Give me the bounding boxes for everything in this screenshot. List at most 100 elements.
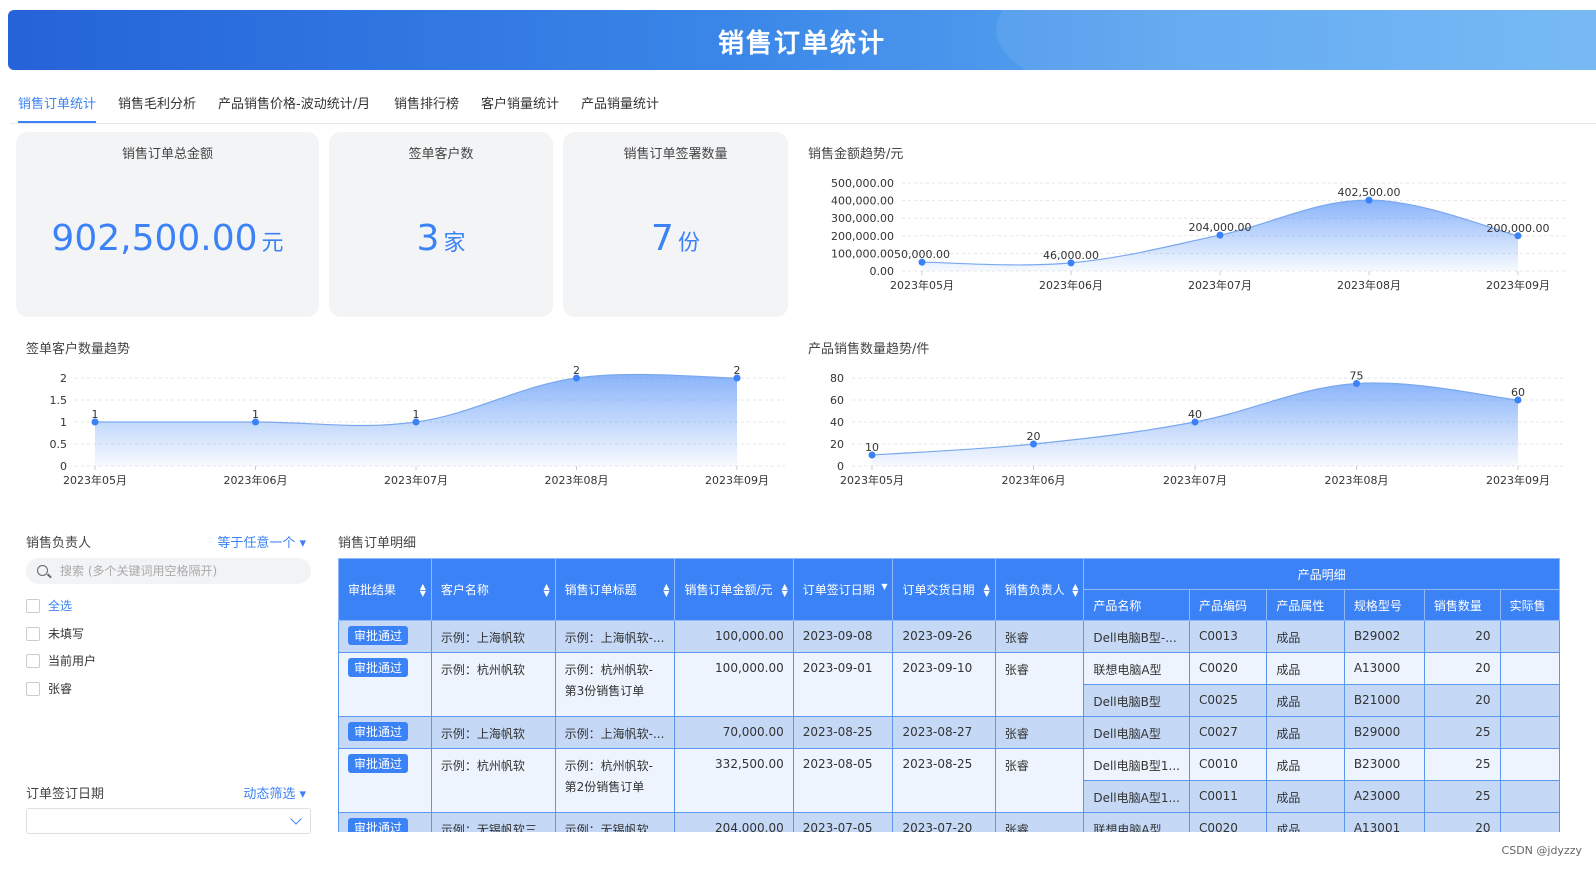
checkbox[interactable] xyxy=(26,627,40,641)
table-row[interactable]: 审批通过 示例：上海帆软 示例：上海帆软-... 100,000.00 2023-09-… xyxy=(338,620,1560,653)
column-header[interactable]: 审批结果 ▲ ▼ xyxy=(338,558,432,621)
kpi-card-customer-count: 签单客户数 3家 xyxy=(329,132,553,317)
owner-cell: 张睿 xyxy=(994,620,1085,653)
x-tick-label: 2023年06月 xyxy=(1002,473,1066,487)
status-badge[interactable]: 审批通过 xyxy=(348,658,409,677)
product-price-cell xyxy=(1499,748,1560,781)
status-cell: 审批通过 xyxy=(338,620,432,653)
status-badge[interactable]: 审批通过 xyxy=(348,754,409,773)
tab-customer-sales[interactable]: 客户销量统计 xyxy=(481,93,559,123)
y-tick-label: 80 xyxy=(830,372,844,385)
search-placeholder: 搜索 (多个关键词用空格隔开) xyxy=(60,564,218,578)
status-badge[interactable]: 审批通过 xyxy=(348,626,409,645)
filter-sales-owner: 销售负责人 等于任意一个 ▾ xyxy=(26,532,312,551)
sort-icon: ▲ ▼ xyxy=(983,581,990,598)
product-name-cell: Dell电脑B型1... xyxy=(1083,748,1190,781)
kpi-card-order-count: 销售订单签署数量 7份 xyxy=(563,132,788,317)
kpi-card-total-amount: 销售订单总金额 902,500.00 元 xyxy=(16,132,319,317)
column-header[interactable]: 订单签订日期 ▼ xyxy=(792,558,894,621)
y-tick-label: 0 xyxy=(60,460,67,473)
amount-cell: 100,000.00 xyxy=(674,620,794,653)
status-cell: 审批通过 xyxy=(338,716,432,749)
product-code-cell: C0010 xyxy=(1188,748,1268,781)
y-tick-label: 40 xyxy=(830,416,844,429)
sub-column-header[interactable]: 销售数量 xyxy=(1423,589,1501,621)
data-label: 40 xyxy=(1188,408,1202,421)
y-tick-label: 100,000.00 xyxy=(831,247,894,260)
kpi-unit: 元 xyxy=(261,231,284,256)
product-attr-cell: 成品 xyxy=(1266,716,1345,749)
table-row[interactable]: 审批通过 示例：无锡帆软三 示例：无锡帆软 204,000.00 2023-07-05 2… xyxy=(338,812,1560,832)
title-cell: 示例：上海帆软-... xyxy=(554,620,676,653)
data-label: 75 xyxy=(1350,370,1364,383)
data-label: 10 xyxy=(865,441,879,454)
checkbox[interactable] xyxy=(26,654,40,668)
search-input[interactable]: 搜索 (多个关键词用空格隔开) xyxy=(26,558,311,584)
product-price-cell xyxy=(1499,652,1560,685)
sub-column-header[interactable]: 规格型号 xyxy=(1343,589,1425,621)
kpi-value: 3 xyxy=(416,218,440,259)
option-current-user[interactable]: 当前用户 xyxy=(26,653,96,669)
product-price-cell xyxy=(1499,780,1560,813)
owner-cell: 张睿 xyxy=(994,652,1085,717)
column-header[interactable]: 销售负责人 ▲ ▼ xyxy=(994,558,1085,621)
table-row[interactable]: 审批通过 示例：杭州帆软 示例：杭州帆软- 第2份销售订单 332,500.00 2023… xyxy=(338,748,1560,813)
y-tick-label: 20 xyxy=(830,438,844,451)
deliver-date-cell: 2023-08-27 xyxy=(892,716,996,749)
product-qty-cell: 20 xyxy=(1423,812,1501,832)
tab-bar: 销售订单统计 销售毛利分析 产品销售价格-波动统计/月 销售排行榜 客户销量统计… xyxy=(10,86,1596,124)
data-label: 1 xyxy=(413,408,420,421)
tab-sales-ranking[interactable]: 销售排行榜 xyxy=(394,93,459,123)
product-code-cell: C0013 xyxy=(1188,620,1268,653)
checkbox[interactable] xyxy=(26,682,40,696)
tab-price-fluctuation[interactable]: 产品销售价格-波动统计/月 xyxy=(218,93,370,123)
product-name-cell: 联想电脑A型 xyxy=(1083,812,1190,832)
title-cell: 示例：杭州帆软- 第2份销售订单 xyxy=(554,748,676,813)
status-cell: 审批通过 xyxy=(338,812,432,832)
y-tick-label: 0 xyxy=(837,460,844,473)
table-row[interactable]: 审批通过 示例：上海帆软 示例：上海帆软-... 70,000.00 2023-08-2… xyxy=(338,716,1560,749)
column-header[interactable]: 客户名称 ▲ ▼ xyxy=(430,558,556,621)
y-tick-label: 60 xyxy=(830,394,844,407)
amount-cell: 332,500.00 xyxy=(674,748,794,813)
x-tick-label: 2023年07月 xyxy=(1188,278,1252,292)
table-row[interactable]: 审批通过 示例：杭州帆软 示例：杭州帆软- 第3份销售订单 100,000.00 2023… xyxy=(338,652,1560,717)
sub-column-header[interactable]: 产品名称 xyxy=(1083,589,1190,621)
tab-sales-margin[interactable]: 销售毛利分析 xyxy=(118,93,196,123)
sub-column-header[interactable]: 产品编码 xyxy=(1188,589,1268,621)
order-detail-table[interactable]: 审批结果 ▲ ▼ 客户名称 ▲ ▼ 销售订单标题 ▲ ▼ 销售订单金额/元 ▲ ▼ 订单签订日期… xyxy=(338,558,1560,832)
status-badge[interactable]: 审批通过 xyxy=(348,818,409,832)
tab-sales-order-stats[interactable]: 销售订单统计 xyxy=(18,93,97,123)
product-spec-cell: A13001 xyxy=(1343,812,1425,832)
chart-title-amount-trend: 销售金额趋势/元 xyxy=(808,147,904,162)
customer-cell: 示例：上海帆软 xyxy=(430,716,556,749)
x-tick-label: 2023年09月 xyxy=(705,473,769,487)
sub-column-header[interactable]: 实际售 xyxy=(1499,589,1560,621)
checkbox[interactable] xyxy=(26,599,40,613)
data-label: 46,000.00 xyxy=(1043,249,1099,262)
product-qty-cell: 25 xyxy=(1423,748,1501,781)
filter-operator-dropdown[interactable]: 动态筛选 ▾ xyxy=(243,783,306,802)
page-title: 销售订单统计 xyxy=(717,29,886,59)
column-header[interactable]: 销售订单金额/元 ▲ ▼ xyxy=(674,558,794,621)
product-attr-cell: 成品 xyxy=(1266,812,1345,832)
option-unfilled[interactable]: 未填写 xyxy=(26,626,84,642)
customer-cell: 示例：上海帆软 xyxy=(430,620,556,653)
y-tick-label: 0.5 xyxy=(50,438,68,451)
filter-operator-dropdown[interactable]: 等于任意一个 ▾ xyxy=(217,532,306,551)
product-code-cell: C0027 xyxy=(1188,716,1268,749)
customer-cell: 示例：无锡帆软三 xyxy=(430,812,556,832)
option-zhang-rui[interactable]: 张睿 xyxy=(26,681,72,697)
deliver-date-cell: 2023-09-26 xyxy=(892,620,996,653)
column-header[interactable]: 销售订单标题 ▲ ▼ xyxy=(554,558,676,621)
title-cell: 示例：杭州帆软- 第3份销售订单 xyxy=(554,652,676,717)
tab-product-sales[interactable]: 产品销量统计 xyxy=(581,93,659,123)
option-select-all[interactable]: 全选 xyxy=(26,598,72,614)
product-attr-cell: 成品 xyxy=(1266,748,1345,781)
date-select[interactable] xyxy=(26,808,311,834)
sub-column-header[interactable]: 产品属性 xyxy=(1266,589,1345,621)
column-header[interactable]: 订单交货日期 ▲ ▼ xyxy=(892,558,996,621)
x-tick-label: 2023年09月 xyxy=(1486,473,1550,487)
sort-icon: ▲ ▼ xyxy=(419,581,426,598)
status-badge[interactable]: 审批通过 xyxy=(348,722,409,741)
